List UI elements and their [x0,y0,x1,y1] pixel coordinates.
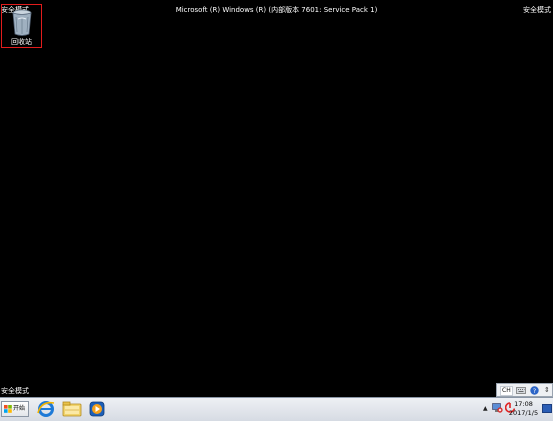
desktop[interactable]: 安全模式 Microsoft (R) Windows (R) (内部版本 760… [0,0,553,421]
help-icon[interactable]: ? [530,386,539,395]
show-desktop-button[interactable] [542,404,552,413]
desktop-icon-recycle-bin[interactable]: 回收站 [1,4,42,48]
keyboard-icon[interactable] [516,386,526,395]
language-indicator[interactable]: CH [500,386,513,396]
start-button[interactable]: 开始 [1,401,29,417]
windows-logo-icon [4,405,12,413]
svg-text:?: ? [533,387,536,395]
recycle-bin-icon [12,9,32,36]
taskbar: 开始 ▲ 17:08 2017/1/5 [0,397,553,421]
safe-mode-label-bottom-left: 安全模式 [1,387,29,395]
clock-time[interactable]: 17:08 [510,400,537,408]
windows-version-banner: Microsoft (R) Windows (R) (内部版本 7601: Se… [175,6,378,14]
options-icon[interactable]: ⇕ [544,385,550,395]
language-bar[interactable]: CH ? ⇕ [496,383,553,397]
clock-date[interactable]: 2017/1/5 [507,409,540,417]
start-label: 开始 [13,405,26,412]
media-player-icon[interactable] [89,400,105,418]
safe-mode-label-top-right: 安全模式 [523,6,551,14]
network-icon[interactable] [492,403,503,413]
windows-explorer-icon[interactable] [62,400,82,418]
internet-explorer-icon[interactable] [37,400,55,418]
recycle-bin-label: 回收站 [11,38,32,46]
show-hidden-icons-button[interactable]: ▲ [483,405,488,412]
